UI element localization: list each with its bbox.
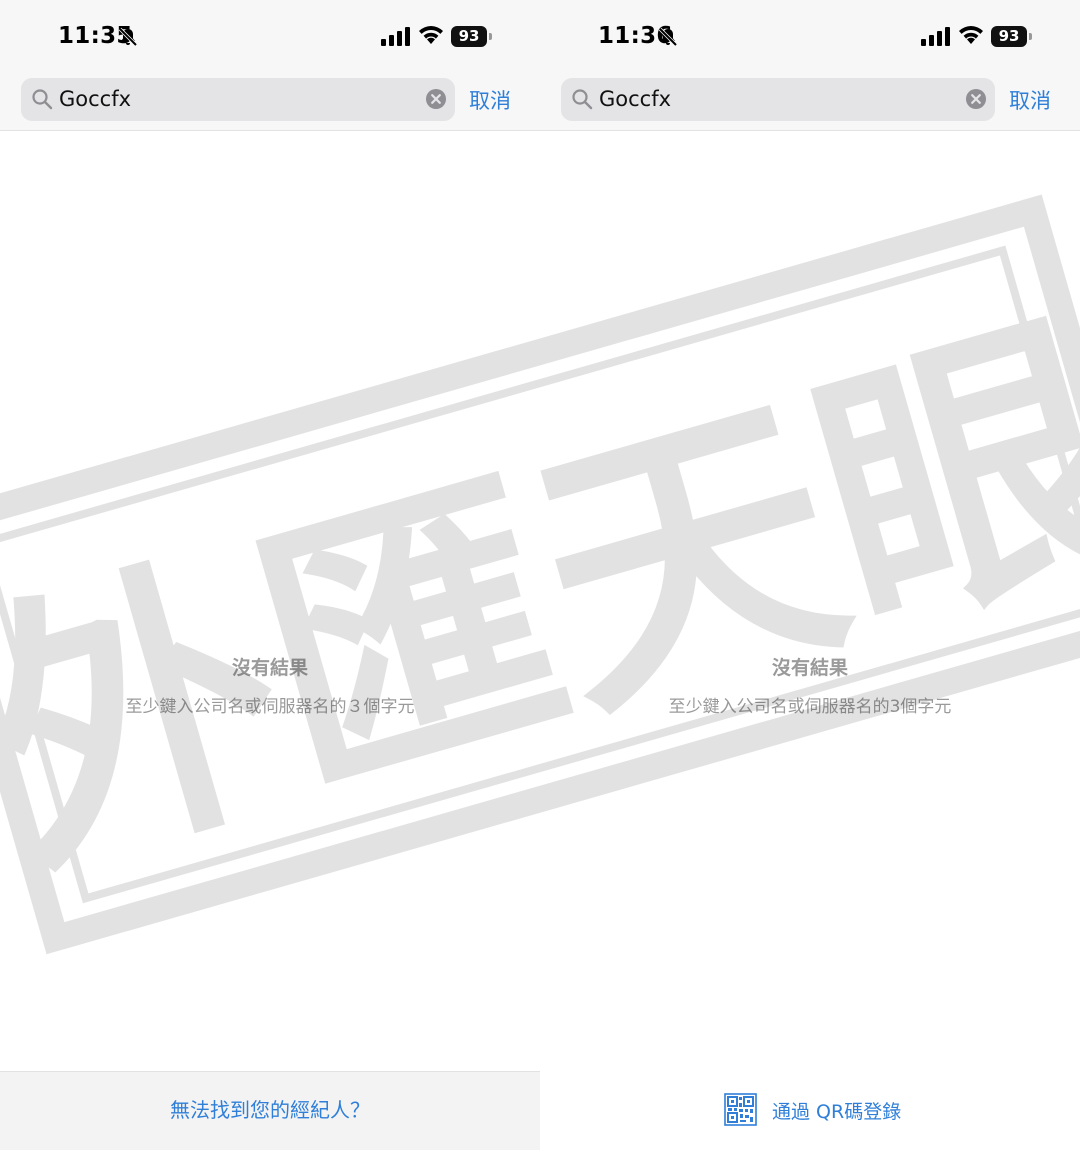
- top-bar: 11:35 93 Goccfx 取消: [0, 0, 540, 131]
- bottom-bar: 無法找到您的經紀人？: [0, 1071, 540, 1150]
- wifi-icon: [419, 26, 443, 44]
- cannot-find-broker-link[interactable]: 無法找到您的經紀人？: [0, 1094, 540, 1123]
- status-bar: 11:36 93: [540, 0, 1080, 70]
- search-field[interactable]: Goccfx: [561, 78, 995, 121]
- qr-code-icon: [724, 1093, 757, 1126]
- search-query[interactable]: Goccfx: [599, 87, 671, 111]
- clear-search-icon[interactable]: [965, 88, 987, 110]
- cancel-button[interactable]: 取消: [1009, 85, 1051, 115]
- status-bar: 11:35 93: [0, 0, 540, 70]
- no-results-title: 沒有結果: [231, 657, 308, 679]
- screen-left: 11:35 93 Goccfx 取消 沒有結果 至少鍵入公司名或伺服器名的３個字…: [0, 0, 540, 1150]
- battery-icon: 93: [991, 26, 1033, 47]
- cellular-signal-icon: [381, 27, 410, 46]
- wifi-icon: [959, 26, 983, 44]
- search-query[interactable]: Goccfx: [59, 87, 131, 111]
- qr-login-label: 通過 QR碼登錄: [772, 1101, 902, 1123]
- silent-bell-icon: [658, 27, 678, 47]
- cellular-signal-icon: [921, 27, 950, 46]
- battery-level: 93: [451, 26, 487, 47]
- screen-right: 11:36 93 Goccfx 取消 沒有結果 至少鍵入公司名或伺服器名的3個字…: [540, 0, 1080, 1150]
- no-results-hint: 至少鍵入公司名或伺服器名的3個字元: [668, 697, 952, 717]
- clear-search-icon[interactable]: [425, 88, 447, 110]
- no-results-hint: 至少鍵入公司名或伺服器名的３個字元: [125, 697, 415, 717]
- battery-icon: 93: [451, 26, 493, 47]
- search-icon: [32, 89, 53, 110]
- top-bar: 11:36 93 Goccfx 取消: [540, 0, 1080, 131]
- search-icon: [572, 89, 593, 110]
- cancel-button[interactable]: 取消: [469, 85, 511, 115]
- battery-level: 93: [991, 26, 1027, 47]
- search-field[interactable]: Goccfx: [21, 78, 455, 121]
- silent-bell-icon: [118, 27, 138, 47]
- no-results-title: 沒有結果: [771, 657, 848, 679]
